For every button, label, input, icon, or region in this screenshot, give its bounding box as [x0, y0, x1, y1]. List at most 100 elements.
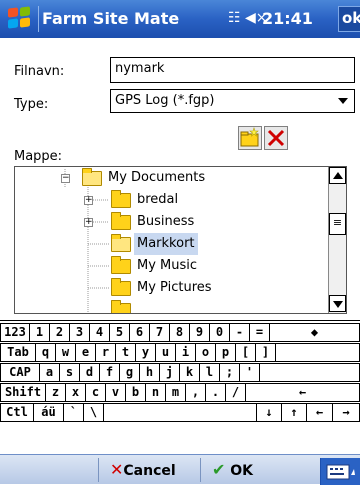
scroll-up-icon	[333, 172, 343, 179]
key-123[interactable]: 123	[0, 323, 30, 342]
key-j[interactable]: j	[159, 363, 180, 382]
tree-item-business[interactable]: + Business	[83, 211, 283, 233]
filename-input[interactable]: nymark	[110, 57, 355, 83]
tree-item-markkort[interactable]: Markkort	[83, 233, 283, 255]
key-ctrl[interactable]: Ctl	[0, 403, 34, 422]
clock[interactable]: 21:41	[262, 9, 313, 28]
key-backtick[interactable]: `	[63, 403, 84, 422]
arrow-left-icon: ←	[315, 405, 324, 419]
key-t[interactable]: t	[115, 343, 136, 362]
key-caps[interactable]: CAP	[0, 363, 40, 382]
new-folder-button[interactable]	[238, 126, 262, 150]
key-backspace[interactable]: ◆	[269, 323, 360, 342]
tree-item-label: bredal	[137, 192, 179, 207]
scroll-thumb[interactable]: ≡	[329, 213, 346, 235]
key-semicolon[interactable]: ;	[219, 363, 240, 382]
key-intl[interactable]: áü	[33, 403, 64, 422]
folder-icon	[111, 278, 131, 296]
key-enter[interactable]	[259, 363, 360, 382]
input-panel-button[interactable]	[320, 458, 360, 485]
key-p[interactable]: p	[215, 343, 236, 362]
scroll-up-button[interactable]	[329, 167, 346, 184]
key-m[interactable]: m	[165, 383, 186, 402]
folder-icon	[111, 256, 131, 274]
tree-item-label: Business	[137, 214, 195, 229]
type-select-value: GPS Log (*.fgp)	[115, 93, 215, 108]
key-e[interactable]: e	[75, 343, 96, 362]
key-7[interactable]: 7	[149, 323, 170, 342]
key-4[interactable]: 4	[89, 323, 110, 342]
key-r[interactable]: r	[95, 343, 116, 362]
key-bracket-left[interactable]: [	[235, 343, 256, 362]
key-backslash[interactable]: \	[83, 403, 104, 422]
key-2[interactable]: 2	[49, 323, 70, 342]
folder-tree[interactable]: − My Documents + bredal + Business Markk…	[14, 166, 347, 314]
scroll-down-button[interactable]	[329, 295, 346, 312]
key-a[interactable]: a	[39, 363, 60, 382]
key-i[interactable]: i	[175, 343, 196, 362]
key-shift[interactable]: Shift	[0, 383, 46, 402]
key-return[interactable]: ←	[245, 383, 360, 402]
key-arrow-up[interactable]: ↑	[281, 403, 307, 422]
tree-item-my-music[interactable]: My Music	[83, 255, 283, 277]
key-apostrophe[interactable]: '	[239, 363, 260, 382]
key-period[interactable]: .	[205, 383, 226, 402]
key-9[interactable]: 9	[189, 323, 210, 342]
key-u[interactable]: u	[155, 343, 176, 362]
ok-button[interactable]: ✔ OK	[212, 460, 253, 482]
key-1[interactable]: 1	[29, 323, 50, 342]
key-6[interactable]: 6	[129, 323, 150, 342]
type-select[interactable]: GPS Log (*.fgp)	[110, 89, 355, 113]
key-0[interactable]: 0	[209, 323, 230, 342]
app-title: Farm Site Mate	[42, 9, 180, 28]
key-v[interactable]: v	[105, 383, 126, 402]
key-row2-right[interactable]	[275, 343, 360, 362]
key-5[interactable]: 5	[109, 323, 130, 342]
key-arrow-right[interactable]: →	[332, 403, 360, 422]
key-h[interactable]: h	[139, 363, 160, 382]
key-k[interactable]: k	[179, 363, 200, 382]
key-arrow-left[interactable]: ←	[306, 403, 333, 422]
key-tab[interactable]: Tab	[0, 343, 36, 362]
key-f[interactable]: f	[99, 363, 120, 382]
key-arrow-down[interactable]: ↓	[256, 403, 282, 422]
tree-item-bredal[interactable]: + bredal	[83, 189, 283, 211]
key-space[interactable]	[103, 403, 257, 422]
key-3[interactable]: 3	[69, 323, 90, 342]
tree-scrollbar[interactable]: ≡	[328, 167, 346, 313]
key-l[interactable]: l	[199, 363, 220, 382]
key-c[interactable]: c	[85, 383, 106, 402]
key-q[interactable]: q	[35, 343, 56, 362]
key-g[interactable]: g	[119, 363, 140, 382]
cancel-button[interactable]: ✕Cancel	[110, 460, 176, 482]
return-icon: ←	[298, 385, 307, 399]
key-bracket-right[interactable]: ]	[255, 343, 276, 362]
key-n[interactable]: n	[145, 383, 166, 402]
expand-icon[interactable]: +	[84, 196, 93, 205]
chevron-down-icon[interactable]	[338, 98, 348, 104]
key-minus[interactable]: -	[229, 323, 250, 342]
key-z[interactable]: z	[45, 383, 66, 402]
folder-open-icon	[82, 168, 102, 186]
key-equals[interactable]: =	[249, 323, 270, 342]
delete-button[interactable]	[264, 126, 288, 150]
key-o[interactable]: o	[195, 343, 216, 362]
expand-icon[interactable]: +	[84, 218, 93, 227]
key-b[interactable]: b	[125, 383, 146, 402]
tree-item-my-pictures[interactable]: My Pictures	[83, 277, 283, 299]
soft-keyboard[interactable]: 123 1 2 3 4 5 6 7 8 9 0 - = ◆ Tab q w e …	[0, 320, 360, 454]
title-ok-button[interactable]: ok	[338, 6, 360, 32]
collapse-icon[interactable]: −	[61, 174, 70, 183]
key-d[interactable]: d	[79, 363, 100, 382]
key-slash[interactable]: /	[225, 383, 246, 402]
tree-item-my-documents[interactable]: − My Documents	[60, 167, 300, 189]
key-8[interactable]: 8	[169, 323, 190, 342]
ok-label: OK	[230, 463, 254, 479]
key-x[interactable]: x	[65, 383, 86, 402]
windows-start-icon[interactable]	[8, 6, 32, 30]
key-w[interactable]: w	[55, 343, 76, 362]
tree-item-label: My Pictures	[137, 280, 212, 295]
key-comma[interactable]: ,	[185, 383, 206, 402]
key-s[interactable]: s	[59, 363, 80, 382]
key-y[interactable]: y	[135, 343, 156, 362]
